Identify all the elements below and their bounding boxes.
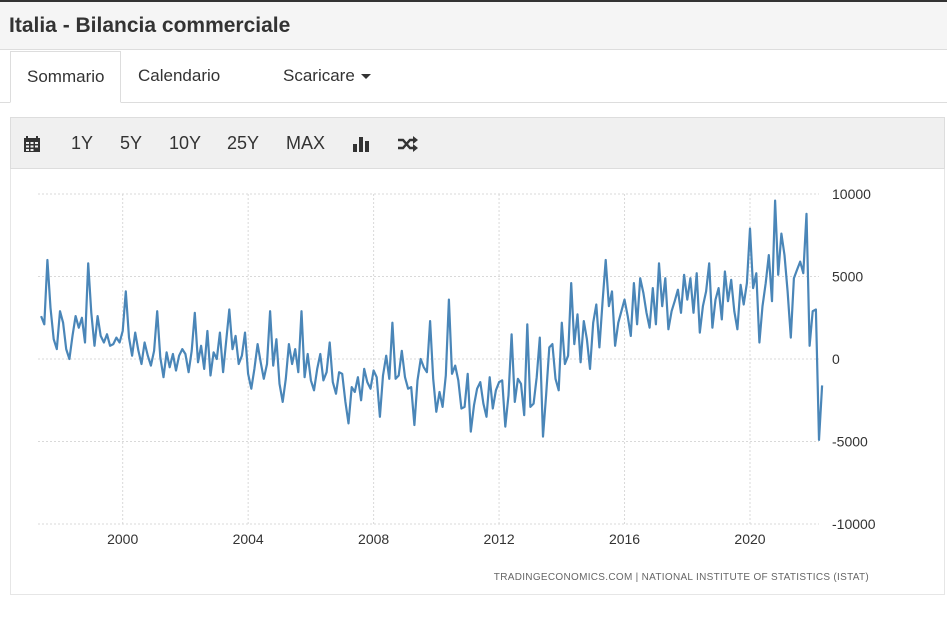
x-tick-label: 2004	[233, 531, 264, 547]
bar-chart-icon[interactable]	[352, 118, 370, 168]
x-tick-label: 2016	[609, 531, 640, 547]
tab-label: Scaricare	[283, 66, 355, 85]
range-max-button[interactable]: MAX	[286, 118, 325, 168]
range-1y-button[interactable]: 1Y	[71, 118, 93, 168]
tab-label: Calendario	[138, 66, 221, 85]
shuffle-icon[interactable]	[397, 118, 419, 168]
y-tick-label: 5000	[832, 269, 863, 285]
tab-label: Sommario	[27, 67, 105, 86]
range-5y-button[interactable]: 5Y	[120, 118, 142, 168]
chart-panel: 10000 5000 0 -5000 -10000 2000 2004 2008 2012 20…	[10, 169, 945, 595]
x-tick-label: 2020	[734, 531, 765, 547]
series-line	[40, 199, 824, 441]
y-tick-label: 0	[832, 351, 840, 367]
y-tick-label: -5000	[832, 434, 868, 450]
range-10y-button[interactable]: 10Y	[169, 118, 201, 168]
tab-calendario[interactable]: Calendario	[138, 51, 220, 103]
series-lines	[40, 199, 824, 441]
x-axis-ticks: 2000 2004 2008 2012 2016 2020	[107, 531, 766, 547]
x-tick-label: 2008	[358, 531, 389, 547]
caret-down-icon	[360, 74, 371, 80]
range-25y-button[interactable]: 25Y	[227, 118, 259, 168]
page-header: Italia - Bilancia commerciale	[0, 0, 947, 50]
page-title: Italia - Bilancia commerciale	[9, 14, 291, 37]
y-tick-label: 10000	[832, 186, 871, 202]
tab-bar: Sommario Calendario Scaricare	[0, 51, 947, 103]
trade-balance-chart: 1000050000-5000-10000 2000 2004 2008 2012 20…	[38, 186, 876, 583]
source-credit: TRADINGECONOMICS.COM | NATIONAL INSTITUT…	[494, 572, 869, 583]
x-tick-label: 2012	[483, 531, 514, 547]
chart-toolbar: 1Y 5Y 10Y 25Y MAX	[10, 117, 945, 169]
tab-sommario[interactable]: Sommario	[10, 51, 122, 103]
tab-scaricare[interactable]: Scaricare	[283, 51, 371, 103]
x-tick-label: 2000	[107, 531, 138, 547]
y-axis-ticks: 10000 5000 0 -5000 -10000	[832, 186, 876, 532]
calendar-icon[interactable]	[23, 118, 41, 168]
y-tick-label: -10000	[832, 516, 876, 532]
